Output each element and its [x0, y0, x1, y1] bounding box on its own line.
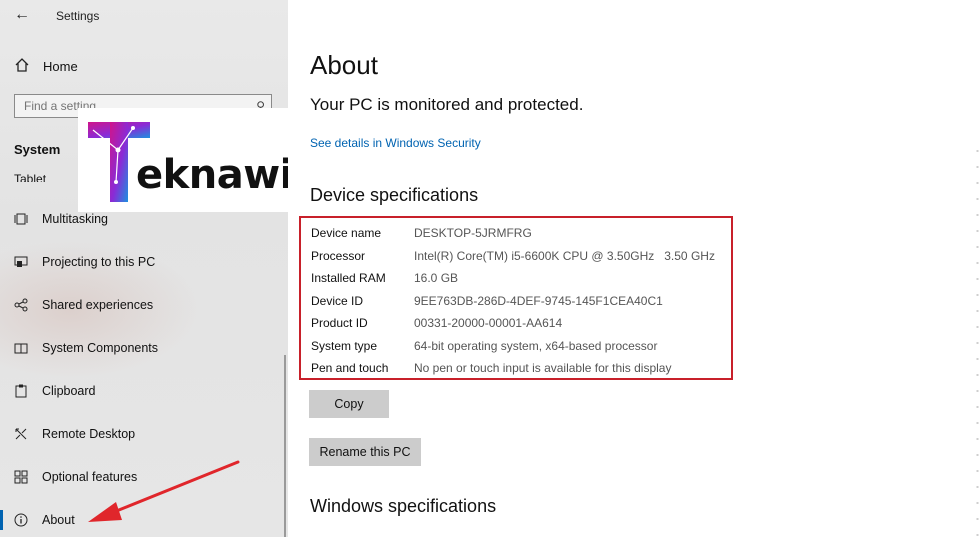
sidebar-item-label: Multitasking: [42, 212, 108, 226]
main-content: About Your PC is monitored and protected…: [288, 0, 980, 537]
protection-status: Your PC is monitored and protected.: [310, 95, 584, 114]
red-pointer-arrow: [88, 460, 240, 522]
system-components-icon: [14, 343, 28, 354]
windows-specifications-heading: Windows specifications: [310, 496, 497, 516]
spec-value: DESKTOP-5JRMFRG: [414, 226, 532, 240]
clipboard-icon: [15, 384, 27, 398]
spec-value: 16.0 GB: [414, 271, 459, 285]
spec-value: 9EE763DB-286D-4DEF-9745-145F1CEA40C1: [414, 294, 663, 308]
optional-features-icon: [14, 470, 28, 484]
spec-value: 64-bit operating system, x64-based proce…: [414, 339, 658, 353]
spec-value: Intel(R) Core(TM) i5-6600K CPU @ 3.50GHz…: [414, 249, 715, 263]
main-scrollbar[interactable]: [976, 150, 979, 537]
remote-desktop-icon: [15, 428, 27, 440]
windows-security-link[interactable]: See details in Windows Security: [310, 136, 481, 150]
info-icon: [14, 513, 28, 527]
spec-key: Device name: [311, 226, 382, 240]
page-title: About: [310, 50, 378, 80]
active-indicator: [0, 510, 3, 530]
sidebar-item-label: Shared experiences: [42, 298, 154, 312]
back-arrow-icon[interactable]: ←: [14, 6, 30, 24]
spec-key: Pen and touch: [311, 361, 389, 375]
section-heading: System: [14, 142, 61, 157]
sidebar-item-remote-desktop[interactable]: Remote Desktop: [0, 416, 288, 452]
teknawi-watermark-logo: eknawi: [78, 108, 293, 212]
sidebar-item-label: Projecting to this PC: [42, 255, 156, 269]
projecting-icon: [14, 256, 28, 267]
multitasking-icon: [14, 213, 28, 225]
sidebar-item-label: Home: [43, 59, 78, 74]
spec-key: System type: [311, 339, 378, 353]
sidebar-item-label: System Components: [42, 341, 159, 355]
sidebar: ← Settings Home ⚲ System Tablet Multitas…: [0, 0, 288, 537]
spec-key: Installed RAM: [311, 271, 386, 285]
title-bar: ← Settings: [0, 0, 288, 30]
sidebar-item-clipboard[interactable]: Clipboard: [0, 373, 288, 409]
app-title: Settings: [56, 9, 100, 23]
logo-wordmark: eknawi: [136, 152, 293, 198]
sidebar-item-label: Tablet: [14, 172, 47, 182]
spec-value: No pen or touch input is available for t…: [414, 361, 672, 375]
sidebar-item-partial[interactable]: Tablet: [14, 170, 46, 182]
copy-button[interactable]: Copy: [309, 390, 389, 418]
spec-value: 00331-20000-00001-AA614: [414, 316, 563, 330]
sidebar-scrollbar[interactable]: [284, 355, 286, 537]
spec-key: Processor: [311, 249, 366, 263]
sidebar-item-label: Remote Desktop: [42, 427, 136, 441]
shared-experiences-icon: [14, 298, 28, 312]
sidebar-item-shared-experiences[interactable]: Shared experiences: [0, 287, 288, 323]
spec-key: Device ID: [311, 294, 364, 308]
sidebar-item-label: Clipboard: [42, 384, 96, 398]
device-specifications-heading: Device specifications: [310, 185, 479, 205]
sidebar-item-system-components[interactable]: System Components: [0, 330, 288, 366]
device-specs-highlight-box: Device name DESKTOP-5JRMFRG Processor In…: [299, 216, 733, 380]
spec-key: Product ID: [311, 316, 368, 330]
sidebar-item-projecting[interactable]: Projecting to this PC: [0, 244, 288, 280]
home-icon: [15, 58, 29, 72]
rename-pc-button[interactable]: Rename this PC: [309, 438, 421, 466]
sidebar-item-home[interactable]: Home: [0, 52, 288, 80]
sidebar-item-label: About: [42, 513, 75, 527]
